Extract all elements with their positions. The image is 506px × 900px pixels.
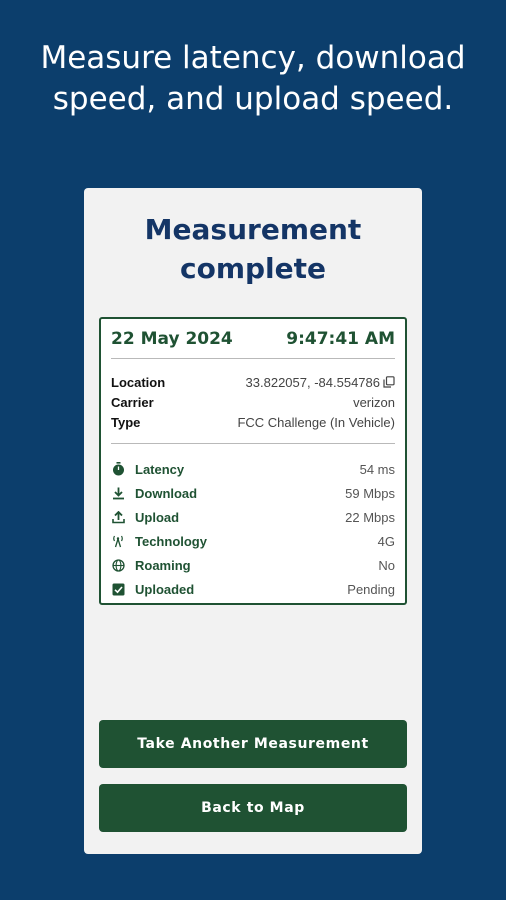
metric-row-uploaded: Uploaded Pending <box>111 577 395 601</box>
metric-left: Roaming <box>111 558 191 573</box>
date-time-row: 22 May 2024 9:47:41 AM <box>111 327 395 351</box>
metrics-section: Latency 54 ms Download 59 Mbps Upload 22… <box>111 457 395 601</box>
divider <box>111 443 395 444</box>
metric-value: 22 Mbps <box>345 509 395 525</box>
metric-left: Uploaded <box>111 582 194 597</box>
metric-value: 54 ms <box>359 461 395 477</box>
metric-row-roaming: Roaming No <box>111 553 395 577</box>
headline: Measure latency, download speed, and upl… <box>40 40 466 117</box>
divider <box>111 358 395 359</box>
info-value: 33.822057, -84.554786 <box>246 375 395 390</box>
copy-icon[interactable] <box>383 376 395 388</box>
metric-label: Uploaded <box>135 581 195 597</box>
card-title: Measurement complete <box>144 213 362 285</box>
location-value: 33.822057, -84.554786 <box>245 374 380 390</box>
upload-icon <box>111 510 125 524</box>
info-label: Carrier <box>111 394 154 410</box>
info-label: Type <box>111 414 141 430</box>
result-box: 22 May 2024 9:47:41 AM Location 33.82205… <box>99 317 407 605</box>
metric-left: Latency <box>111 462 184 477</box>
metric-value: No <box>378 557 395 573</box>
metric-label: Technology <box>135 533 207 549</box>
metric-left: Technology <box>111 534 207 549</box>
info-label: Location <box>111 374 166 390</box>
checkbox-icon <box>111 582 125 596</box>
metric-label: Roaming <box>135 557 191 573</box>
metric-label: Latency <box>135 461 185 477</box>
metric-left: Upload <box>111 510 179 525</box>
metric-value: Pending <box>347 581 395 597</box>
take-another-measurement-button[interactable]: Take Another Measurement <box>99 720 407 768</box>
metric-row-technology: Technology 4G <box>111 529 395 553</box>
metric-row-latency: Latency 54 ms <box>111 457 395 481</box>
info-value: FCC Challenge (In Vehicle) <box>237 414 395 430</box>
measurement-time: 9:47:41 AM <box>286 329 395 349</box>
info-section: Location 33.822057, -84.554786 Carrier v… <box>111 372 395 432</box>
cell-tower-icon <box>111 534 125 548</box>
globe-icon <box>111 558 125 572</box>
metric-row-upload: Upload 22 Mbps <box>111 505 395 529</box>
metric-left: Download <box>111 486 197 501</box>
info-row-carrier: Carrier verizon <box>111 392 395 412</box>
info-row-type: Type FCC Challenge (In Vehicle) <box>111 412 395 432</box>
info-value: verizon <box>353 394 395 410</box>
back-to-map-button[interactable]: Back to Map <box>99 784 407 832</box>
metric-label: Download <box>135 485 198 501</box>
measurement-card: Measurement complete 22 May 2024 9:47:41… <box>84 188 422 854</box>
metric-label: Upload <box>135 509 180 525</box>
download-icon <box>111 486 125 500</box>
measurement-date: 22 May 2024 <box>111 329 233 349</box>
metric-value: 59 Mbps <box>345 485 395 501</box>
stopwatch-icon <box>111 462 125 476</box>
info-row-location: Location 33.822057, -84.554786 <box>111 372 395 392</box>
metric-value: 4G <box>377 533 395 549</box>
metric-row-download: Download 59 Mbps <box>111 481 395 505</box>
